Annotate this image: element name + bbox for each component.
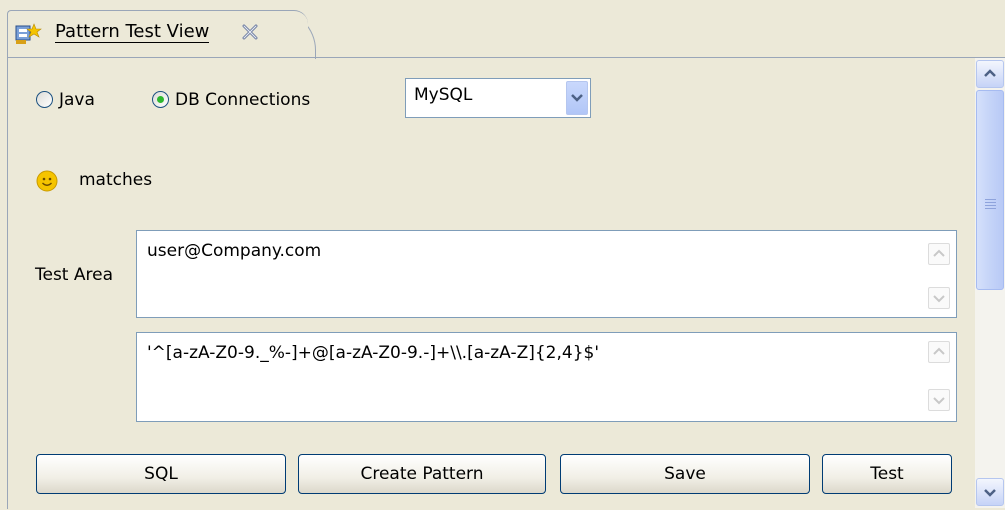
scrollbar-up-button[interactable] bbox=[976, 60, 1004, 88]
create-pattern-button[interactable]: Create Pattern bbox=[298, 454, 546, 494]
chevron-down-icon bbox=[933, 295, 945, 303]
chevron-down-icon bbox=[571, 94, 583, 102]
save-button[interactable]: Save bbox=[560, 454, 810, 494]
pattern-textarea[interactable]: '^[a-zA-Z0-9._%-]+@[a-zA-Z0-9.-]+\\.[a-z… bbox=[136, 332, 957, 422]
test-area-label: Test Area bbox=[35, 265, 114, 285]
match-status-text: matches bbox=[79, 170, 153, 190]
test-button[interactable]: Test bbox=[822, 454, 952, 494]
java-radio[interactable] bbox=[36, 91, 53, 108]
java-radio-label[interactable]: Java bbox=[59, 90, 95, 110]
scrollbar-thumb[interactable] bbox=[976, 90, 1004, 290]
scroll-up-button[interactable] bbox=[928, 341, 950, 363]
db-type-select[interactable]: MySQL bbox=[405, 78, 591, 118]
smiley-icon bbox=[36, 170, 58, 192]
radio-selected-dot bbox=[157, 96, 164, 103]
test-input-textarea[interactable]: user@Company.com bbox=[136, 230, 957, 318]
pattern-value: '^[a-zA-Z0-9._%-]+@[a-zA-Z0-9.-]+\\.[a-z… bbox=[147, 343, 600, 363]
chevron-up-icon bbox=[933, 347, 945, 355]
chevron-down-icon bbox=[984, 489, 996, 497]
scroll-down-button[interactable] bbox=[928, 287, 950, 309]
scrollbar-down-button[interactable] bbox=[976, 478, 1004, 506]
dropdown-button[interactable] bbox=[566, 81, 588, 115]
db-type-value: MySQL bbox=[414, 85, 473, 105]
tab-title[interactable]: Pattern Test View bbox=[55, 22, 210, 43]
pattern-view-icon bbox=[14, 22, 42, 46]
scroll-up-button[interactable] bbox=[928, 243, 950, 265]
scroll-down-button[interactable] bbox=[928, 389, 950, 411]
chevron-down-icon bbox=[933, 397, 945, 405]
vertical-scrollbar[interactable] bbox=[975, 58, 1005, 508]
chevron-up-icon bbox=[984, 69, 996, 77]
close-icon[interactable] bbox=[240, 22, 260, 42]
db-connections-radio-label[interactable]: DB Connections bbox=[175, 90, 310, 110]
test-input-value: user@Company.com bbox=[147, 241, 322, 261]
tab-strip: Pattern Test View bbox=[0, 0, 1005, 59]
db-connections-radio[interactable] bbox=[152, 91, 169, 108]
sql-button[interactable]: SQL bbox=[36, 454, 286, 494]
chevron-up-icon bbox=[933, 249, 945, 257]
